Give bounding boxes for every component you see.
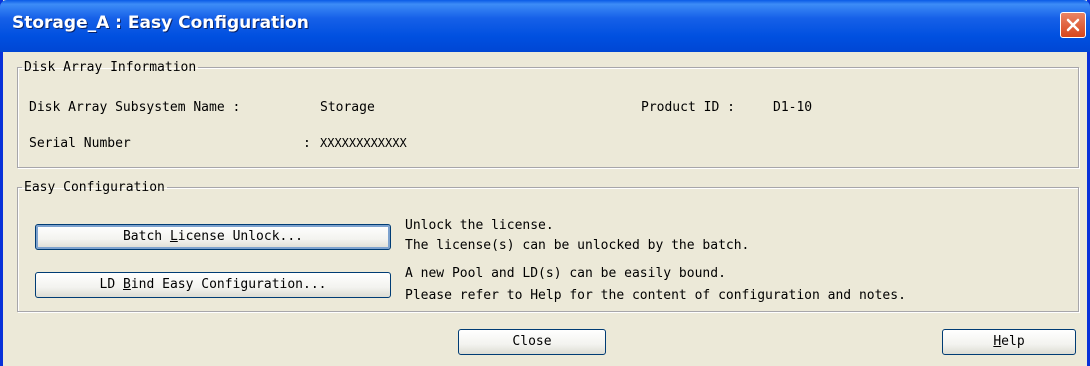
ld-bind-easy-configuration-button[interactable]: LD Bind Easy Configuration... (35, 272, 391, 298)
title-bar[interactable]: Storage_A : Easy Configuration (0, 0, 1090, 52)
product-id-label: Product ID : (641, 100, 743, 115)
batch-button-text-b: icense Unlock... (177, 229, 304, 244)
ld-button-text-a: LD (99, 277, 123, 292)
batch-license-unlock-button[interactable]: Batch License Unlock... (35, 224, 391, 250)
easy-configuration-dialog: Storage_A : Easy Configuration Disk Arra… (0, 0, 1090, 366)
subsystem-name-value: Storage (320, 100, 375, 115)
window-title: Storage_A : Easy Configuration (12, 13, 309, 33)
serial-number-label: Serial Number (29, 136, 131, 151)
disk-array-information-legend: Disk Array Information (24, 60, 197, 75)
ld-description-line-1: A new Pool and LD(s) can be easily bound… (405, 266, 726, 281)
subsystem-name-label: Disk Array Subsystem Name : (29, 100, 249, 115)
batch-description-line-2: The license(s) can be unlocked by the ba… (405, 238, 750, 253)
help-button-text: elp (1001, 334, 1025, 349)
ld-button-mnemonic: B (122, 277, 131, 292)
close-icon[interactable] (1060, 12, 1086, 38)
ld-description-line-2: Please refer to Help for the content of … (405, 288, 906, 303)
ld-button-text-b: ind Easy Configuration... (130, 277, 327, 292)
serial-number-separator: : (303, 136, 319, 151)
batch-description-line-1: Unlock the license. (405, 218, 554, 233)
batch-button-text-a: Batch (122, 229, 170, 244)
help-button-mnemonic: H (993, 334, 1002, 349)
easy-configuration-legend: Easy Configuration (24, 180, 165, 195)
help-button[interactable]: Help (942, 329, 1076, 355)
serial-number-value: XXXXXXXXXXXX (320, 136, 407, 150)
batch-button-mnemonic: L (169, 229, 178, 244)
product-id-value: D1-10 (773, 100, 813, 115)
close-button[interactable]: Close (458, 329, 606, 355)
